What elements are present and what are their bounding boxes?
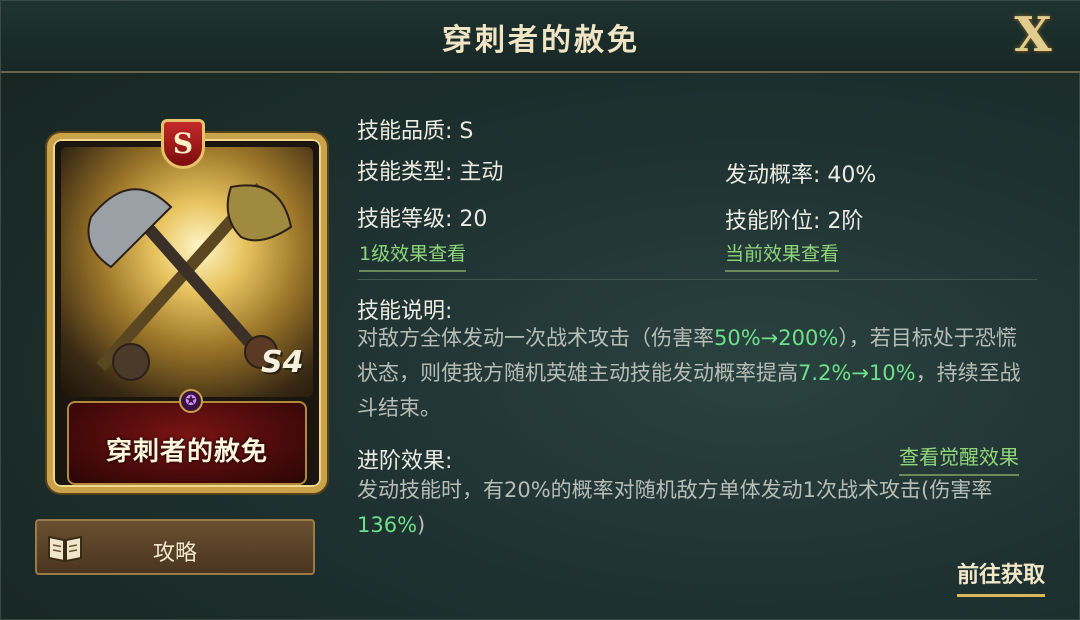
grade-badge: S	[161, 119, 205, 169]
awaken-effect-link[interactable]: 查看觉醒效果	[899, 441, 1019, 476]
skill-level-mark: S4	[261, 345, 304, 380]
description-text-part: 对敌方全体发动一次战术攻击（伤害率	[357, 326, 714, 350]
title-bar: 穿刺者的赦免 X	[1, 1, 1080, 73]
guide-button-label: 攻略	[152, 541, 197, 566]
divider	[357, 279, 1037, 280]
level1-effect-link[interactable]: 1级效果查看	[359, 239, 467, 272]
skill-detail-panel: 穿刺者的赦免 X ✪ 穿刺者的赦免 S S4 攻略 技能品质: S 技能类型: …	[0, 0, 1080, 620]
page-title: 穿刺者的赦免	[442, 23, 640, 58]
advance-damage-highlight: 136%	[357, 513, 418, 537]
skill-type: 技能类型: 主动	[357, 160, 504, 185]
advance-effect-title: 进阶效果:	[357, 449, 453, 474]
advance-text-part: )	[417, 513, 426, 537]
skill-rank: 技能阶位: 2阶	[725, 209, 864, 234]
skill-trigger-chance: 发动概率: 40%	[725, 163, 877, 188]
faction-emblem-icon: ✪	[179, 389, 203, 413]
skill-card-name: 穿刺者的赦免	[105, 437, 268, 467]
close-button[interactable]: X	[1003, 7, 1063, 63]
goto-obtain-button[interactable]: 前往获取	[957, 557, 1046, 597]
skill-card-name-plate: ✪ 穿刺者的赦免	[67, 389, 307, 485]
guide-button[interactable]: 攻略	[35, 519, 315, 575]
skill-description-text: 对敌方全体发动一次战术攻击（伤害率50%→200%），若目标处于恐慌状态，则使我…	[357, 321, 1037, 426]
skill-level: 技能等级: 20	[357, 207, 488, 232]
damage-rate-highlight: 50%→200%	[714, 326, 839, 350]
skill-card: ✪ 穿刺者的赦免	[47, 133, 327, 493]
advance-effect-text: 发动技能时，有20%的概率对随机敌方单体发动1次战术攻击(伤害率 136%)	[357, 473, 1037, 543]
advance-text-part: 发动技能时，有20%的概率对随机敌方单体发动1次战术攻击(伤害率	[357, 478, 993, 502]
current-effect-link[interactable]: 当前效果查看	[725, 239, 840, 272]
chance-boost-highlight: 7.2%→10%	[798, 361, 916, 385]
skill-quality: 技能品质: S	[357, 119, 474, 144]
